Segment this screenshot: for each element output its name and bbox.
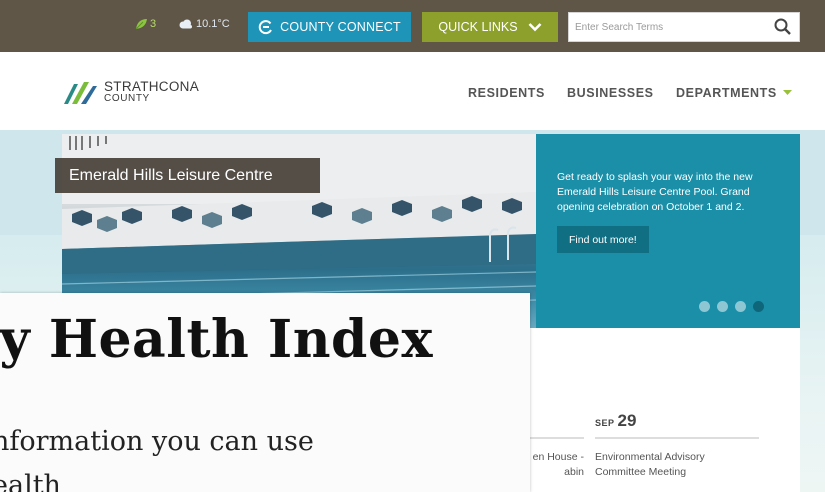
- logo-line2: COUNTY: [104, 93, 150, 104]
- nav-departments[interactable]: DEPARTMENTS: [676, 86, 792, 100]
- event-date: SEP 29: [595, 411, 636, 431]
- search-box: [568, 12, 800, 42]
- nav-businesses[interactable]: BUSINESSES: [567, 86, 654, 100]
- event-title[interactable]: Environmental Advisory Committee Meeting: [595, 450, 735, 480]
- carousel-dot-1[interactable]: [699, 301, 710, 312]
- leaf-icon: [135, 19, 147, 30]
- carousel-dot-4[interactable]: [753, 301, 764, 312]
- event-divider: [595, 437, 759, 439]
- event-day: 29: [617, 411, 637, 430]
- chevron-down-icon: [528, 23, 542, 32]
- county-connect-button[interactable]: COUNTY CONNECT: [248, 12, 411, 42]
- overlay-title: ty Health Index: [0, 309, 434, 370]
- search-input[interactable]: [569, 13, 767, 41]
- strathcona-county-logo[interactable]: STRATHCONA COUNTY: [62, 78, 199, 106]
- carousel-dot-2[interactable]: [717, 301, 728, 312]
- logo-line1: STRATHCONA: [104, 79, 200, 94]
- carousel-dots: [699, 301, 764, 312]
- nav-residents[interactable]: RESIDENTS: [468, 86, 545, 100]
- find-out-more-button[interactable]: Find out more!: [557, 226, 649, 253]
- logo-text: STRATHCONA COUNTY: [104, 80, 199, 104]
- weather-indicator[interactable]: 10.1°C: [178, 18, 230, 30]
- top-bar: 3 10.1°C COUNTY CONNECT QUICK LINKS: [0, 0, 825, 52]
- caret-down-icon: [782, 90, 792, 95]
- promo-panel: Get ready to splash your way into the ne…: [536, 134, 800, 328]
- event-month: SEP: [595, 418, 615, 428]
- aqhi-value: 3: [150, 18, 157, 30]
- overlay-line-1: nformation you can use: [0, 426, 314, 457]
- health-index-overlay: ty Health Index nformation you can use e…: [0, 293, 530, 492]
- logo-mark-icon: [64, 82, 97, 104]
- cloud-icon: [179, 19, 192, 29]
- quick-links-button[interactable]: QUICK LINKS: [422, 12, 558, 42]
- nav-departments-label: DEPARTMENTS: [676, 86, 777, 100]
- overlay-line-2: ealth: [0, 470, 61, 492]
- carousel-dot-3[interactable]: [735, 301, 746, 312]
- quick-links-label: QUICK LINKS: [438, 20, 518, 34]
- air-quality-indicator[interactable]: 3: [135, 18, 156, 30]
- county-connect-icon: [258, 20, 273, 35]
- temperature-value: 10.1°C: [196, 18, 230, 30]
- promo-text: Get ready to splash your way into the ne…: [557, 171, 753, 213]
- county-connect-label: COUNTY CONNECT: [280, 20, 401, 34]
- hero-caption: Emerald Hills Leisure Centre: [55, 158, 320, 193]
- page: 3 10.1°C COUNTY CONNECT QUICK LINKS Ente…: [0, 0, 825, 492]
- search-icon[interactable]: [773, 18, 793, 36]
